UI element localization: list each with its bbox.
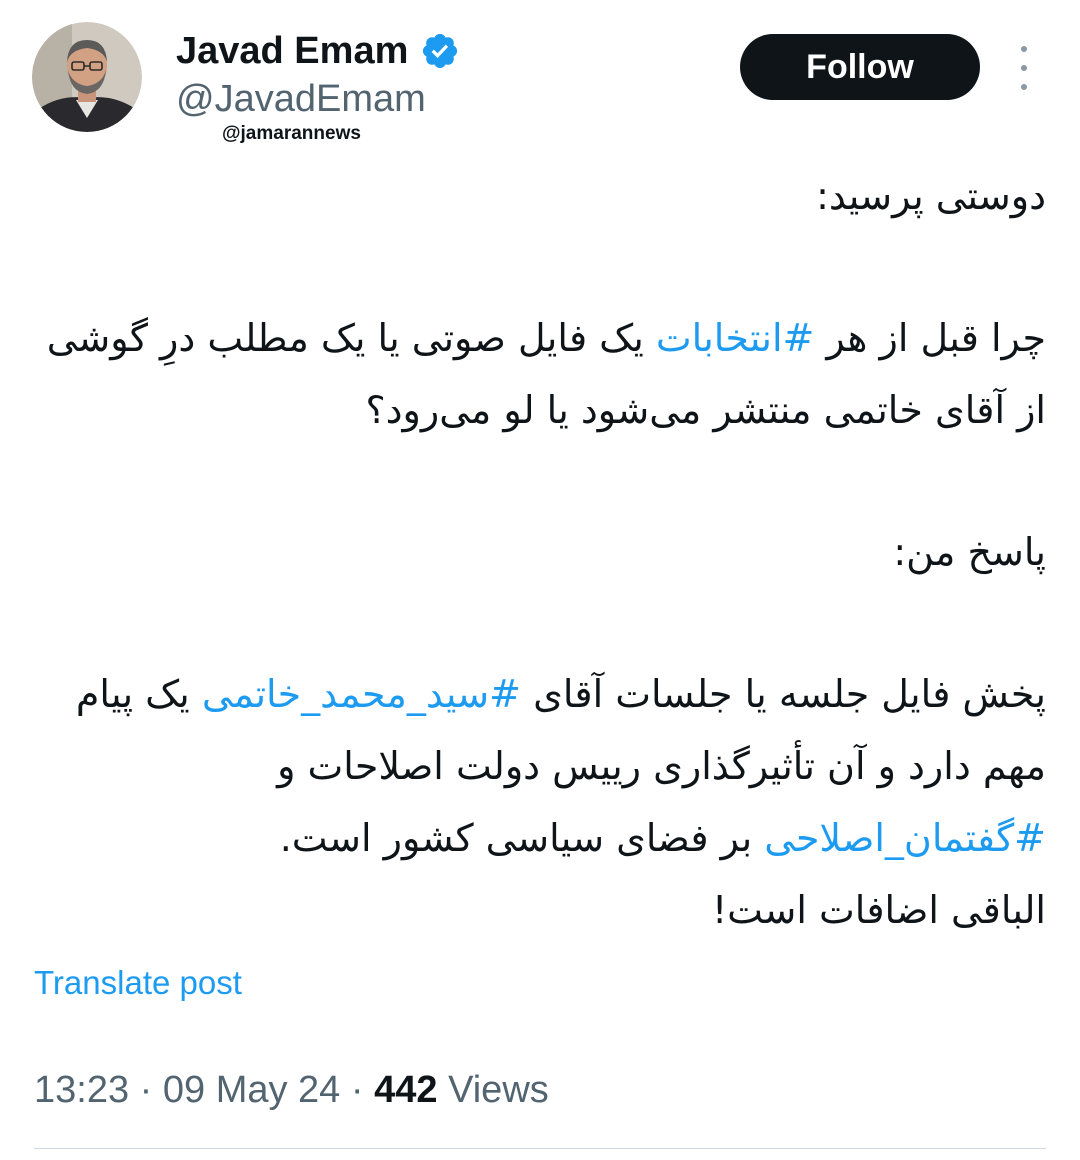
tweet-paragraph: پاسخ من: xyxy=(34,516,1046,588)
meta-separator: · xyxy=(129,1069,163,1111)
avatar[interactable] xyxy=(32,22,142,132)
meta-separator: · xyxy=(340,1069,375,1111)
views-count: 442 xyxy=(374,1069,438,1111)
tweet-meta: 13:23 · 09 May 24 · 442 Views xyxy=(34,1066,549,1114)
tweet-date[interactable]: 09 May 24 xyxy=(163,1069,340,1111)
display-name[interactable]: Javad Emam xyxy=(176,28,408,74)
tweet-paragraph: پخش فایل جلسه یا جلسات آقای #سید_محمد_خا… xyxy=(34,658,1046,874)
divider xyxy=(34,1148,1046,1149)
tweet-paragraph: دوستی پرسید: xyxy=(34,160,1046,232)
tweet-time[interactable]: 13:23 xyxy=(34,1069,129,1111)
tweet-text: دوستی پرسید: چرا قبل از هر #انتخابات یک … xyxy=(34,160,1046,946)
author-handle[interactable]: @JavadEmam xyxy=(176,76,426,122)
profile-photo xyxy=(32,22,142,132)
translate-post-link[interactable]: Translate post xyxy=(34,962,242,1004)
watermark-text: @jamarannews xyxy=(222,123,361,144)
tweet-paragraph: چرا قبل از هر #انتخابات یک فایل صوتی یا … xyxy=(34,302,1046,446)
tweet-text-segment: بر فضای سیاسی کشور است. xyxy=(279,816,765,860)
follow-button[interactable]: Follow xyxy=(740,34,980,100)
verified-badge-icon xyxy=(420,31,460,71)
hashtag-link[interactable]: #سید_محمد_خاتمی xyxy=(202,672,521,716)
tweet-paragraph: الباقی اضافات است! xyxy=(34,874,1046,946)
tweet-text-segment: الباقی اضافات است! xyxy=(711,888,1046,932)
views-label: Views xyxy=(448,1069,549,1111)
tweet-text-segment: پخش فایل جلسه یا جلسات آقای xyxy=(521,672,1046,716)
tweet-text-segment: پاسخ من: xyxy=(893,530,1046,574)
hashtag-link[interactable]: #انتخابات xyxy=(656,316,814,360)
hashtag-link[interactable]: #گفتمان_اصلاحی xyxy=(764,816,1046,860)
author-name-row: Javad Emam xyxy=(176,28,460,74)
more-vertical-icon[interactable] xyxy=(1010,46,1038,90)
tweet-text-segment: دوستی پرسید: xyxy=(816,174,1046,218)
tweet-text-segment: چرا قبل از هر xyxy=(814,316,1046,360)
